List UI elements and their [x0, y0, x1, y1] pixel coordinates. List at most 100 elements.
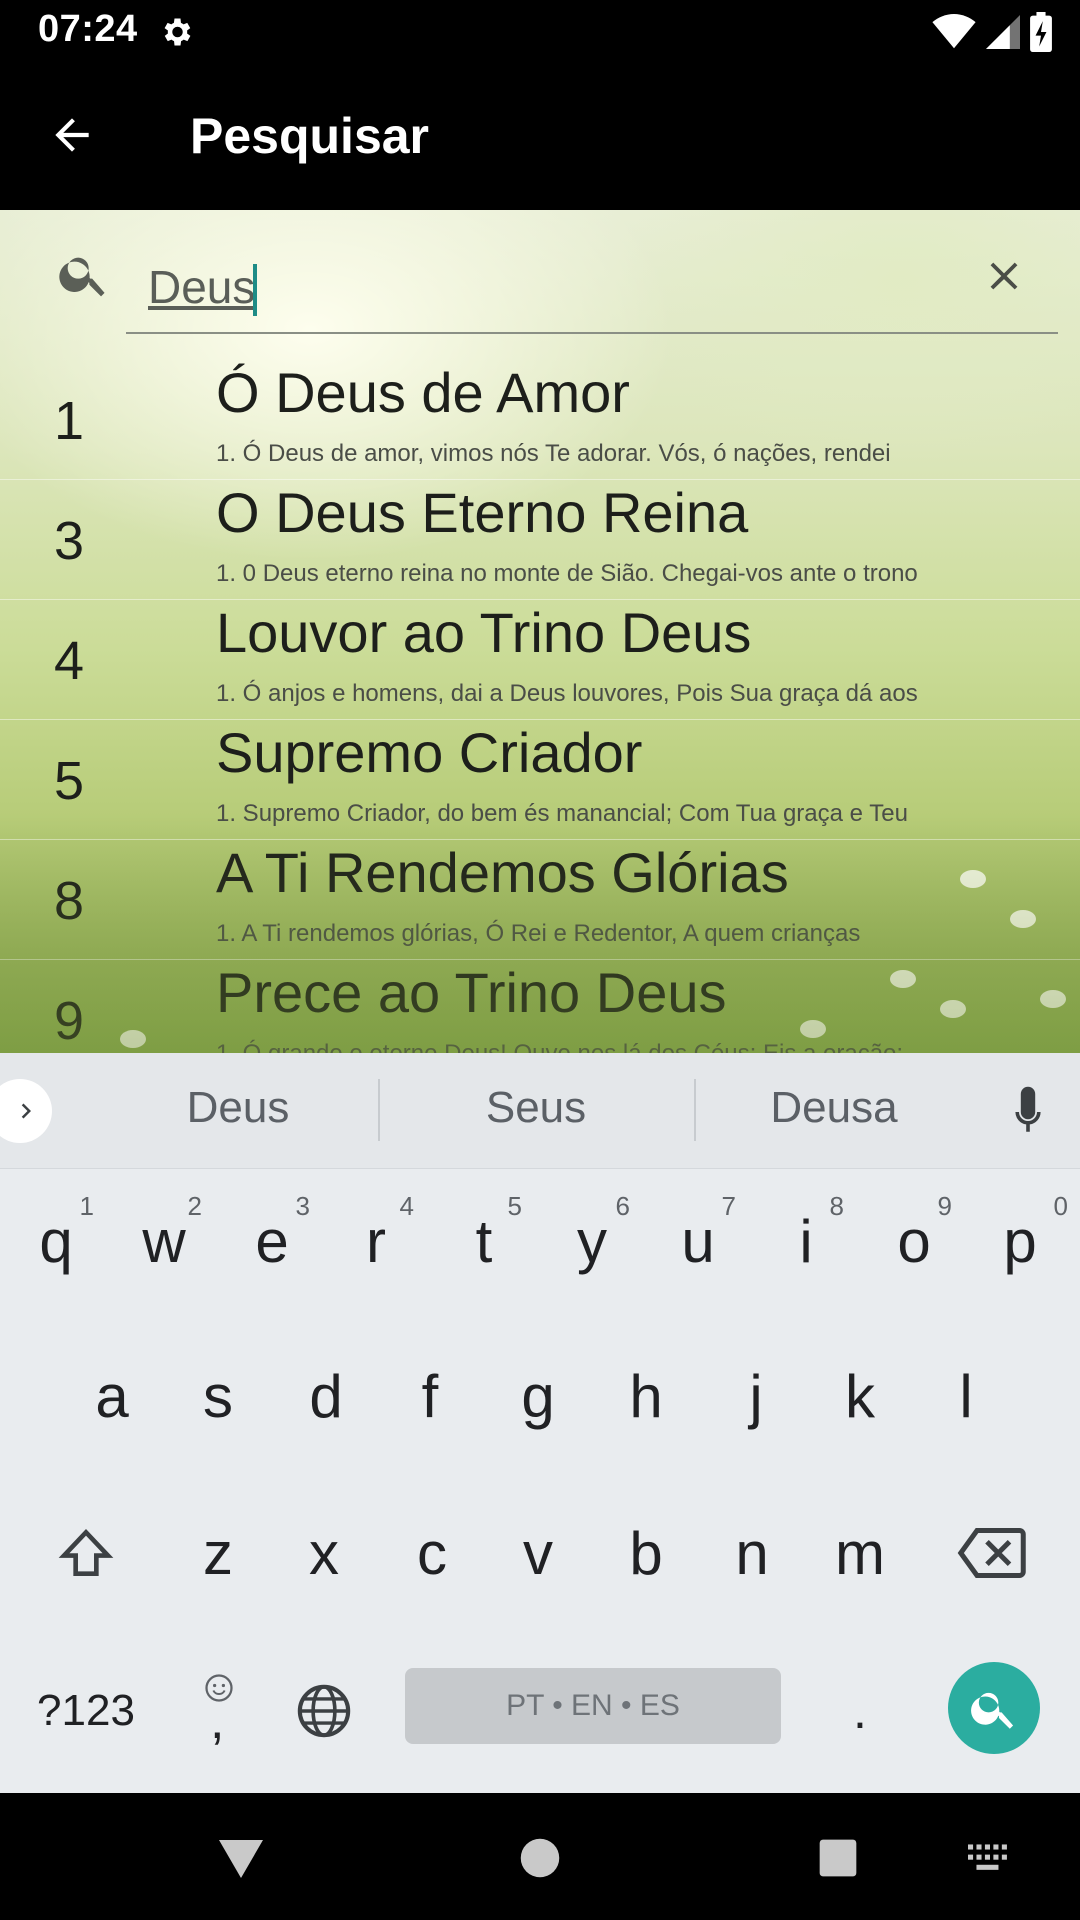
result-item[interactable]: 8 A Ti Rendemos Glórias 1. A Ti rendemos…	[0, 840, 1080, 960]
suggestion-item[interactable]: Seus	[386, 1083, 686, 1133]
result-item[interactable]: 9 Prece ao Trino Deus 1. Ó grande e eter…	[0, 960, 1080, 1053]
clear-search-button[interactable]	[976, 248, 1032, 304]
globe-icon	[297, 1684, 351, 1738]
text-caret	[253, 264, 257, 316]
key-q[interactable]: q1	[4, 1181, 108, 1301]
microphone-icon[interactable]	[1006, 1085, 1050, 1139]
key-label: e	[255, 1207, 289, 1275]
key-i[interactable]: i8	[754, 1181, 858, 1301]
space-key[interactable]: PT • EN • ES	[405, 1668, 781, 1744]
key-label: t	[475, 1207, 493, 1275]
result-snippet: 1. Ó grande e eterno Deus! Ouve nos lá d…	[216, 1040, 903, 1053]
key-h[interactable]: h	[594, 1336, 698, 1456]
result-snippet: 1. Ó Deus de amor, vimos nós Te adorar. …	[216, 440, 891, 467]
key-hint: 7	[721, 1191, 736, 1221]
key-n[interactable]: n	[700, 1493, 804, 1613]
nav-back-button[interactable]	[206, 1823, 276, 1893]
key-v[interactable]: v	[486, 1493, 590, 1613]
key-e[interactable]: e3	[220, 1181, 324, 1301]
key-r[interactable]: r4	[324, 1181, 428, 1301]
expand-suggestions-button[interactable]	[0, 1079, 52, 1143]
result-item[interactable]: 3 O Deus Eterno Reina 1. 0 Deus eterno r…	[0, 480, 1080, 600]
key-l[interactable]: l	[914, 1336, 1018, 1456]
arrow-back-icon	[55, 118, 89, 152]
key-hint: 6	[615, 1191, 630, 1221]
wifi-icon	[932, 14, 976, 49]
app-bar: Pesquisar	[0, 63, 1080, 210]
back-button[interactable]	[40, 103, 104, 167]
key-k[interactable]: k	[808, 1336, 912, 1456]
result-number: 1	[54, 391, 85, 451]
key-d[interactable]: d	[274, 1336, 378, 1456]
key-o[interactable]: o9	[862, 1181, 966, 1301]
status-icons	[932, 12, 1052, 52]
search-icon	[971, 1692, 1014, 1729]
key-hint: 4	[399, 1191, 414, 1221]
key-c[interactable]: c	[380, 1493, 484, 1613]
result-title: Supremo Criador	[216, 721, 643, 784]
result-number: 3	[54, 511, 85, 571]
key-label: q	[39, 1207, 73, 1275]
comma-label: ,	[210, 1692, 225, 1750]
key-g[interactable]: g	[486, 1336, 590, 1456]
key-w[interactable]: w2	[112, 1181, 216, 1301]
settings-icon	[164, 18, 191, 46]
key-a[interactable]: a	[60, 1336, 164, 1456]
search-action-button[interactable]	[948, 1662, 1040, 1754]
key-u[interactable]: u7	[646, 1181, 750, 1301]
key-z[interactable]: z	[166, 1493, 270, 1613]
result-title: Prece ao Trino Deus	[216, 961, 727, 1024]
result-number: 9	[54, 991, 85, 1051]
key-m[interactable]: m	[808, 1493, 912, 1613]
result-snippet: 1. Supremo Criador, do bem és manancial;…	[216, 800, 908, 827]
result-item[interactable]: 4 Louvor ao Trino Deus 1. Ó anjos e home…	[0, 600, 1080, 720]
nav-recents-button[interactable]	[803, 1823, 873, 1893]
key-hint: 1	[79, 1191, 94, 1221]
result-title: O Deus Eterno Reina	[216, 481, 749, 544]
key-hint: 3	[295, 1191, 310, 1221]
suggestion-item[interactable]: Deusa	[684, 1083, 984, 1133]
key-s[interactable]: s	[166, 1336, 270, 1456]
shift-key[interactable]	[34, 1493, 138, 1613]
page-title: Pesquisar	[190, 108, 430, 164]
result-number: 5	[54, 751, 85, 811]
search-icon	[59, 257, 105, 297]
result-snippet: 1. A Ti rendemos glórias, Ó Rei e Redent…	[216, 920, 861, 947]
keyboard-switch-button[interactable]	[955, 1823, 1025, 1893]
home-circle-icon	[520, 1838, 560, 1878]
key-hint: 2	[187, 1191, 202, 1221]
result-number: 4	[54, 631, 85, 691]
navigation-bar	[0, 1793, 1080, 1920]
shift-icon	[58, 1528, 114, 1576]
result-snippet: 1. Ó anjos e homens, dai a Deus louvores…	[216, 680, 918, 707]
suggestion-divider	[378, 1079, 380, 1141]
key-x[interactable]: x	[272, 1493, 376, 1613]
suggestion-item[interactable]: Deus	[88, 1083, 388, 1133]
key-t[interactable]: t5	[432, 1181, 536, 1301]
key-p[interactable]: p0	[968, 1181, 1072, 1301]
keyboard-switch-icon	[968, 1844, 1007, 1870]
key-label: y	[577, 1207, 607, 1275]
nav-home-button[interactable]	[505, 1823, 575, 1893]
symbols-key[interactable]: ?123	[22, 1651, 150, 1771]
result-item[interactable]: 1 Ó Deus de Amor 1. Ó Deus de amor, vimo…	[0, 360, 1080, 480]
period-key[interactable]: .	[808, 1651, 912, 1771]
comma-emoji-key[interactable]: ,	[168, 1651, 272, 1771]
key-label: i	[799, 1207, 813, 1275]
signal-icon	[986, 15, 1020, 49]
key-hint: 8	[829, 1191, 844, 1221]
key-b[interactable]: b	[594, 1493, 698, 1613]
language-key[interactable]	[272, 1651, 376, 1771]
status-bar: 07:24	[0, 0, 1080, 63]
key-y[interactable]: y6	[540, 1181, 644, 1301]
chevron-right-icon	[21, 1103, 31, 1119]
key-j[interactable]: j	[704, 1336, 808, 1456]
recents-square-icon	[819, 1839, 857, 1877]
key-label: o	[897, 1207, 931, 1275]
result-item[interactable]: 5 Supremo Criador 1. Supremo Criador, do…	[0, 720, 1080, 840]
search-results-panel: Deus 1 Ó Deus de Amor 1. Ó Deus de amor,…	[0, 210, 1080, 1053]
result-title: Louvor ao Trino Deus	[216, 601, 752, 664]
key-f[interactable]: f	[378, 1336, 482, 1456]
backspace-key[interactable]	[940, 1493, 1044, 1613]
search-input[interactable]: Deus	[126, 238, 1058, 334]
